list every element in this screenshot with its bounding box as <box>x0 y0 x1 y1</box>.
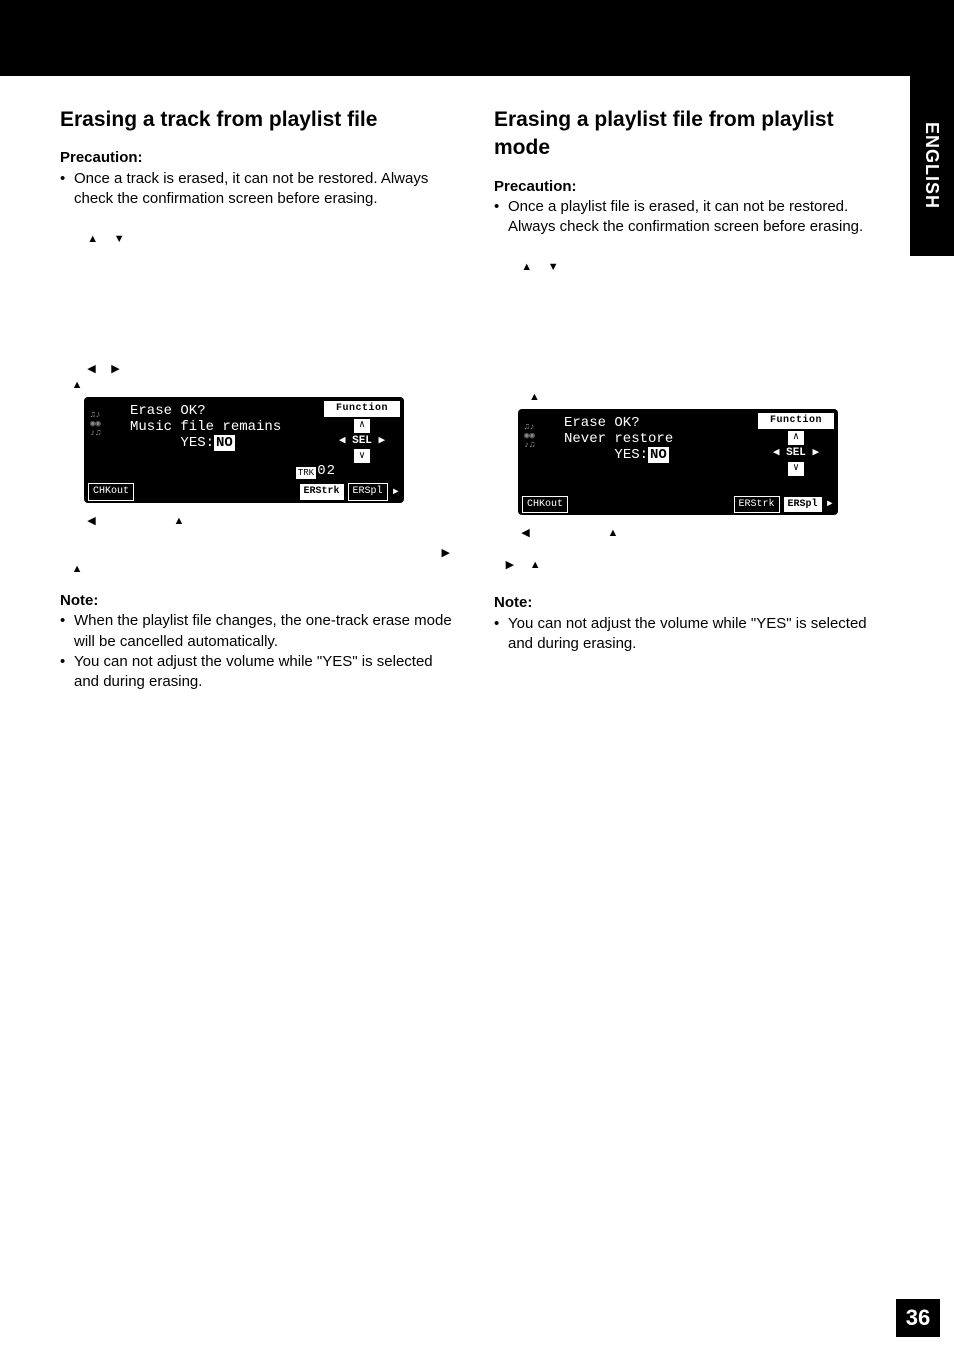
erspl-tag: ERSpl <box>348 483 388 501</box>
up-triangle-icon: ▲ <box>72 378 83 393</box>
lcd-no-highlight: NO <box>648 447 669 463</box>
up-triangle-icon: ▲ <box>87 232 98 247</box>
page-number: 36 <box>896 1299 940 1337</box>
play-triangle-icon: ▶ <box>442 546 450 561</box>
right-triangle-icon: ▸ <box>392 483 400 502</box>
disc-icon: ♫♪◉◉♪♫ <box>524 423 558 463</box>
right-column: Erasing a playlist file from playlist mo… <box>494 106 894 692</box>
language-tab: ENGLISH <box>910 76 954 256</box>
erspl-tag: ERSpl <box>784 497 822 513</box>
note-item: When the playlist file changes, the one-… <box>60 611 460 652</box>
precaution-label-right: Precaution: <box>494 177 894 197</box>
chk-tag: CHKout <box>522 496 568 514</box>
lcd-line1: Erase OK? <box>130 403 322 419</box>
precaution-list-right: Once a playlist file is erased, it can n… <box>494 197 894 238</box>
content-wrapper: Erasing a track from playlist file Preca… <box>0 76 954 692</box>
hidden-step-arrows: ▲ ▼ <box>494 257 894 297</box>
down-triangle-icon: ▼ <box>114 232 125 247</box>
disc-icon: ♫♪◉◉♪♫ <box>90 411 124 451</box>
precaution-text-right: Once a playlist file is erased, it can n… <box>494 197 894 238</box>
lcd-line3: YES:NO <box>130 435 322 451</box>
right-heading: Erasing a playlist file from playlist mo… <box>494 106 894 163</box>
trk-number: 02 <box>317 462 336 481</box>
function-label: Function <box>324 401 400 417</box>
note-item: You can not adjust the volume while "YES… <box>494 614 894 655</box>
up-triangle-icon: ▲ <box>174 514 185 529</box>
trk-label: TRK <box>296 467 316 479</box>
erstrk-tag: ERStrk <box>734 496 780 514</box>
left-triangle-icon: ◀ <box>521 526 529 541</box>
left-column: Erasing a track from playlist file Preca… <box>60 106 460 692</box>
lcd-screen-right: ♫♪◉◉♪♫ Erase OK? Never restore YES:NO Fu… <box>518 409 838 515</box>
up-triangle-icon: ▲ <box>608 526 619 541</box>
precaution-text-left: Once a track is erased, it can not be re… <box>60 169 460 210</box>
left-triangle-icon: ◀ <box>87 362 95 377</box>
lcd-yes-prefix: YES: <box>180 435 214 451</box>
erstrk-tag: ERStrk <box>300 484 344 500</box>
note-label-right: Note: <box>494 593 894 613</box>
left-heading: Erasing a track from playlist file <box>60 106 460 134</box>
function-label: Function <box>758 413 834 429</box>
up-arrow-icon: ∧ <box>788 431 804 445</box>
precaution-label-left: Precaution: <box>60 148 460 168</box>
note-item: You can not adjust the volume while "YES… <box>60 652 460 693</box>
down-arrow-icon: ∨ <box>788 462 804 476</box>
chk-tag: CHKout <box>88 483 134 501</box>
up-triangle-icon: ▲ <box>530 558 541 573</box>
up-triangle-icon: ▲ <box>529 390 540 405</box>
language-label: ENGLISH <box>920 122 944 209</box>
play-triangle-icon: ▶ <box>506 558 514 573</box>
lcd-screen-left: ♫♪◉◉♪♫ Erase OK? Music file remains YES:… <box>84 397 404 503</box>
notes-list-left: When the playlist file changes, the one-… <box>60 611 460 692</box>
up-triangle-icon: ▲ <box>521 260 532 275</box>
hidden-step-arrows: ▲ ▼ <box>60 229 460 269</box>
down-triangle-icon: ▼ <box>548 260 559 275</box>
top-bar <box>0 0 954 76</box>
lcd-line2: Never restore <box>564 431 756 447</box>
notes-list-right: You can not adjust the volume while "YES… <box>494 614 894 655</box>
lcd-line1: Erase OK? <box>564 415 756 431</box>
note-label-left: Note: <box>60 591 460 611</box>
left-triangle-icon: ◀ <box>87 514 95 529</box>
precaution-list-left: Once a track is erased, it can not be re… <box>60 169 460 210</box>
right-triangle-icon: ▶ <box>111 362 119 377</box>
lcd-yes-prefix: YES: <box>614 447 648 463</box>
down-arrow-icon: ∨ <box>354 449 370 463</box>
sel-label: ◀ SEL ▶ <box>324 434 400 449</box>
right-triangle-icon: ▸ <box>826 495 834 514</box>
up-triangle-icon: ▲ <box>72 562 83 577</box>
lcd-line3: YES:NO <box>564 447 756 463</box>
sel-label: ◀ SEL ▶ <box>758 446 834 461</box>
up-arrow-icon: ∧ <box>354 419 370 433</box>
lcd-line2: Music file remains <box>130 419 322 435</box>
lcd-no-highlight: NO <box>214 435 235 451</box>
